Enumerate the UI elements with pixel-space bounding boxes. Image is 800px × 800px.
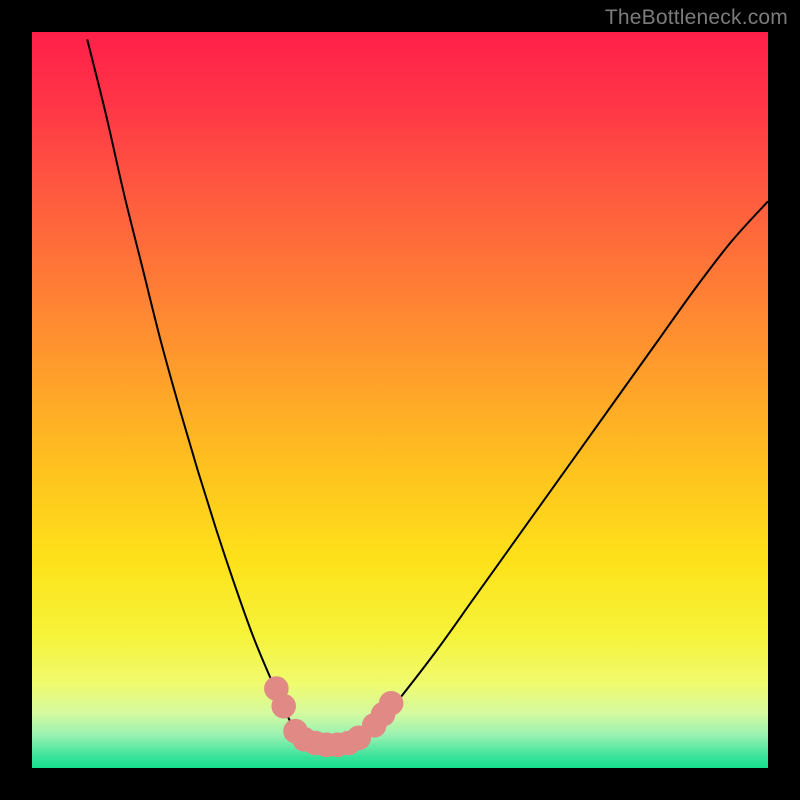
plot-background (32, 32, 768, 768)
highlight-marker (272, 694, 296, 718)
bottleneck-chart (0, 0, 800, 800)
watermark-text: TheBottleneck.com (605, 6, 788, 30)
highlight-marker (379, 691, 403, 715)
